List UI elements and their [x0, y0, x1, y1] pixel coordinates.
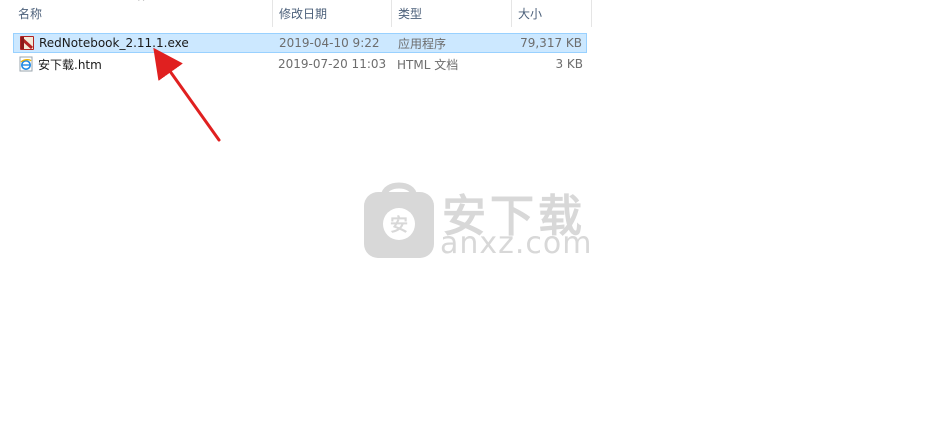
shopping-bag-icon: 安 — [364, 182, 434, 258]
watermark-logo: 安 安下载 anxz.com — [362, 178, 593, 261]
watermark-badge-char: 安 — [390, 214, 408, 236]
watermark-domain: anxz.com — [440, 226, 593, 261]
